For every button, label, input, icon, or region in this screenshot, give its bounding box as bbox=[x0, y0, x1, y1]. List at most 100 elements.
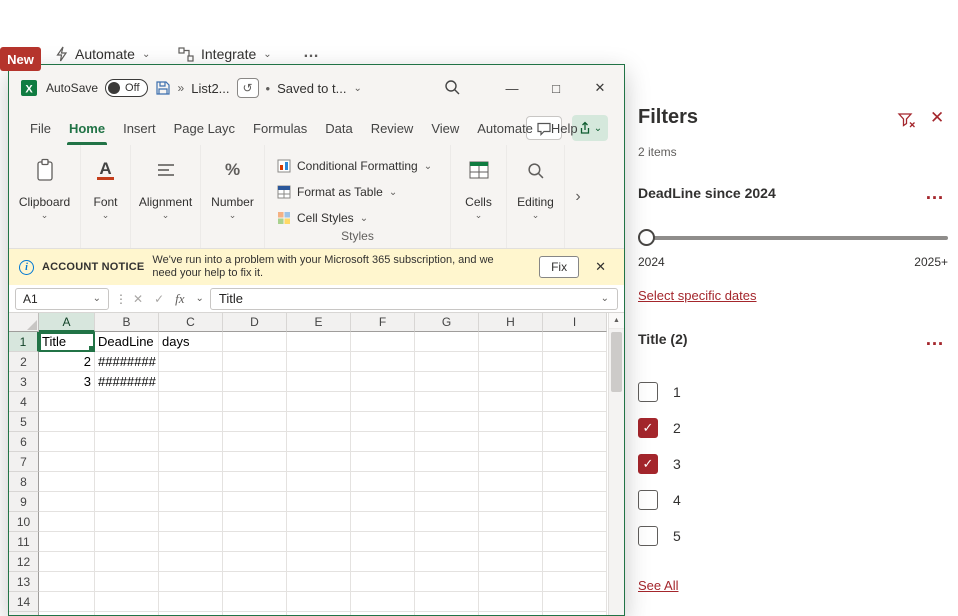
minimize-button[interactable]: — bbox=[490, 65, 534, 111]
filter-option-5[interactable]: 5 bbox=[638, 526, 681, 546]
cell-I4[interactable] bbox=[543, 392, 607, 412]
close-button[interactable]: ✕ bbox=[578, 65, 622, 111]
column-header-I[interactable]: I bbox=[543, 313, 607, 332]
cells-group-button[interactable]: Cells ⌄ bbox=[451, 145, 507, 248]
cell-F13[interactable] bbox=[351, 572, 415, 592]
row-header-7[interactable]: 7 bbox=[9, 452, 39, 472]
select-specific-dates-link[interactable]: Select specific dates bbox=[638, 288, 757, 303]
cell-G3[interactable] bbox=[415, 372, 479, 392]
cell-G1[interactable] bbox=[415, 332, 479, 352]
cell-D10[interactable] bbox=[223, 512, 287, 532]
scrollbar-thumb[interactable] bbox=[611, 332, 622, 392]
close-filters-icon[interactable]: ✕ bbox=[930, 108, 944, 128]
insert-function-icon[interactable]: fx bbox=[175, 291, 184, 307]
cell-E6[interactable] bbox=[287, 432, 351, 452]
deadline-more-button[interactable]: … bbox=[925, 184, 945, 203]
cell-C11[interactable] bbox=[159, 532, 223, 552]
cell-I12[interactable] bbox=[543, 552, 607, 572]
cell-C6[interactable] bbox=[159, 432, 223, 452]
column-header-E[interactable]: E bbox=[287, 313, 351, 332]
cell-B11[interactable] bbox=[95, 532, 159, 552]
cell-G4[interactable] bbox=[415, 392, 479, 412]
cell-D6[interactable] bbox=[223, 432, 287, 452]
cell-F12[interactable] bbox=[351, 552, 415, 572]
cell-F7[interactable] bbox=[351, 452, 415, 472]
row-header-8[interactable]: 8 bbox=[9, 472, 39, 492]
tab-home[interactable]: Home bbox=[60, 111, 114, 145]
cell-F4[interactable] bbox=[351, 392, 415, 412]
cell-A7[interactable] bbox=[39, 452, 95, 472]
cell-F2[interactable] bbox=[351, 352, 415, 372]
cell-H4[interactable] bbox=[479, 392, 543, 412]
cell-C9[interactable] bbox=[159, 492, 223, 512]
cell-E10[interactable] bbox=[287, 512, 351, 532]
tab-view[interactable]: View bbox=[422, 111, 468, 145]
command-bar-more-button[interactable]: … bbox=[303, 44, 319, 62]
cell-D1[interactable] bbox=[223, 332, 287, 352]
cell-H12[interactable] bbox=[479, 552, 543, 572]
column-header-A[interactable]: A bbox=[39, 313, 95, 332]
title-more-button[interactable]: … bbox=[925, 330, 945, 349]
cell-F5[interactable] bbox=[351, 412, 415, 432]
deadline-slider-track[interactable] bbox=[640, 236, 948, 240]
row-header-12[interactable]: 12 bbox=[9, 552, 39, 572]
cell-D4[interactable] bbox=[223, 392, 287, 412]
cell-D12[interactable] bbox=[223, 552, 287, 572]
filter-option-1[interactable]: 1 bbox=[638, 382, 681, 402]
cell-G12[interactable] bbox=[415, 552, 479, 572]
saved-status[interactable]: Saved to t... bbox=[277, 81, 346, 96]
cell-styles-button[interactable]: Cell Styles ⌄ bbox=[277, 205, 450, 231]
cell-F11[interactable] bbox=[351, 532, 415, 552]
formula-bar-drag-handle[interactable]: ⋮ bbox=[115, 292, 127, 306]
cell-G10[interactable] bbox=[415, 512, 479, 532]
cell-C12[interactable] bbox=[159, 552, 223, 572]
cell-A10[interactable] bbox=[39, 512, 95, 532]
cell-H6[interactable] bbox=[479, 432, 543, 452]
column-header-B[interactable]: B bbox=[95, 313, 159, 332]
cell-E7[interactable] bbox=[287, 452, 351, 472]
cell-A11[interactable] bbox=[39, 532, 95, 552]
filter-option-4[interactable]: 4 bbox=[638, 490, 681, 510]
cell-A4[interactable] bbox=[39, 392, 95, 412]
cell-B13[interactable] bbox=[95, 572, 159, 592]
cell-E3[interactable] bbox=[287, 372, 351, 392]
cell-D7[interactable] bbox=[223, 452, 287, 472]
tab-data[interactable]: Data bbox=[316, 111, 361, 145]
cell-B14[interactable] bbox=[95, 592, 159, 612]
cell-I15[interactable] bbox=[543, 612, 607, 615]
cell-G7[interactable] bbox=[415, 452, 479, 472]
format-as-table-button[interactable]: Format as Table ⌄ bbox=[277, 179, 450, 205]
tab-file[interactable]: File bbox=[21, 111, 60, 145]
autosave-toggle[interactable]: Off bbox=[105, 79, 148, 97]
cell-E11[interactable] bbox=[287, 532, 351, 552]
row-header-2[interactable]: 2 bbox=[9, 352, 39, 372]
cell-D3[interactable] bbox=[223, 372, 287, 392]
cell-E15[interactable] bbox=[287, 612, 351, 615]
column-header-D[interactable]: D bbox=[223, 313, 287, 332]
number-group-button[interactable]: % Number ⌄ bbox=[201, 145, 265, 248]
tab-page-layc[interactable]: Page Layc bbox=[165, 111, 244, 145]
cell-E2[interactable] bbox=[287, 352, 351, 372]
cell-G11[interactable] bbox=[415, 532, 479, 552]
select-all-corner[interactable] bbox=[9, 313, 39, 332]
row-header-10[interactable]: 10 bbox=[9, 512, 39, 532]
unchecked-checkbox[interactable] bbox=[638, 382, 658, 402]
filter-option-2[interactable]: ✓ 2 bbox=[638, 418, 681, 438]
fix-button[interactable]: Fix bbox=[539, 256, 580, 278]
maximize-button[interactable]: □ bbox=[534, 65, 578, 111]
cell-I8[interactable] bbox=[543, 472, 607, 492]
editing-group-button[interactable]: Editing ⌄ bbox=[507, 145, 565, 248]
cell-I9[interactable] bbox=[543, 492, 607, 512]
cell-E5[interactable] bbox=[287, 412, 351, 432]
unchecked-checkbox[interactable] bbox=[638, 490, 658, 510]
cell-A13[interactable] bbox=[39, 572, 95, 592]
clear-filters-icon[interactable] bbox=[897, 111, 916, 134]
cell-E8[interactable] bbox=[287, 472, 351, 492]
new-button[interactable]: New bbox=[0, 47, 41, 71]
cell-A3[interactable]: 3 bbox=[39, 372, 95, 392]
document-title[interactable]: List2... bbox=[191, 81, 229, 96]
row-header-9[interactable]: 9 bbox=[9, 492, 39, 512]
cell-G5[interactable] bbox=[415, 412, 479, 432]
row-header-15[interactable]: 15 bbox=[9, 612, 39, 615]
notice-close-icon[interactable]: ✕ bbox=[587, 259, 614, 275]
